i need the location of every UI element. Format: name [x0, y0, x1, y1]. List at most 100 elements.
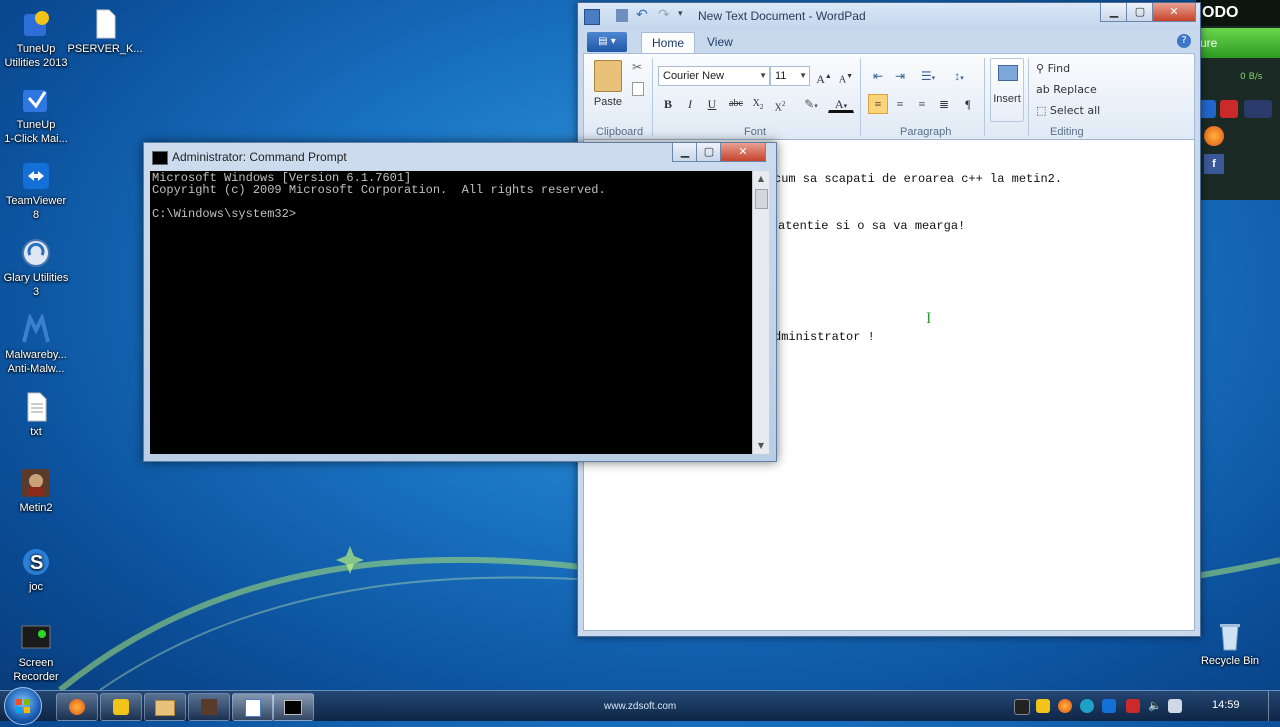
tab-view[interactable]: View [697, 32, 743, 52]
paste-button[interactable]: Paste [588, 92, 628, 112]
tray-teamviewer-icon[interactable] [1102, 699, 1116, 713]
facebook-icon[interactable]: f [1204, 154, 1224, 174]
cut-icon[interactable]: ✂ [632, 60, 642, 74]
cmd-app-icon[interactable] [152, 151, 168, 165]
start-button[interactable] [4, 687, 42, 725]
desktop-icon-tuneup-1click[interactable]: TuneUp 1-Click Mai... [0, 84, 74, 146]
italic-button[interactable]: I [680, 94, 700, 114]
desktop-icon-pserver[interactable]: PSERVER_K... [67, 8, 143, 56]
increase-indent-icon[interactable]: ⇥ [890, 66, 910, 86]
gadget-monitor-icon[interactable] [1244, 100, 1272, 118]
taskbar-firefox[interactable] [56, 693, 98, 721]
desktop-icon-screen-recorder[interactable]: Screen Recorder [0, 622, 74, 684]
doc-line: cum sa scapati de eroarea c++ la metin2. [774, 172, 1063, 186]
scroll-up-icon[interactable]: ▲ [753, 171, 769, 187]
text-color-icon[interactable]: A▾ [828, 94, 854, 113]
align-right-icon[interactable]: ≡ [912, 94, 932, 114]
desktop-icon-teamviewer[interactable]: TeamViewer 8 [0, 160, 74, 222]
insert-button[interactable]: Insert [990, 58, 1024, 122]
clipboard-group-label: Clipboard [596, 126, 644, 138]
group-separator [1028, 58, 1029, 136]
desktop-icon-malwarebytes[interactable]: Malwareby... Anti-Malw... [0, 312, 74, 376]
font-name-select[interactable]: Courier New ▼ [658, 66, 770, 86]
quick-access-dropdown-icon[interactable]: ▾ [678, 9, 683, 19]
cmd-maximize-button[interactable]: ▢ [696, 143, 722, 162]
cmd-title: Administrator: Command Prompt [172, 150, 347, 164]
taskbar-clock[interactable]: 14:59 [1212, 699, 1240, 711]
maximize-button[interactable]: ▢ [1126, 3, 1154, 22]
subscript-button[interactable]: X2 [748, 94, 768, 114]
wordpad-icon [245, 699, 261, 717]
taskbar-wordpad[interactable] [232, 693, 274, 721]
bullets-icon[interactable]: ☰▾ [914, 66, 942, 86]
tray-monitor-icon[interactable] [1014, 699, 1030, 715]
cmd-console[interactable]: Microsoft Windows [Version 6.1.7601] Cop… [150, 171, 752, 454]
align-left-icon[interactable]: ≡ [868, 94, 888, 114]
close-button[interactable]: ✕ [1152, 3, 1196, 22]
cmd-minimize-button[interactable]: ▁ [672, 143, 698, 162]
gadget-record-icon[interactable] [1220, 100, 1238, 118]
tray-firefox-icon[interactable] [1058, 699, 1072, 713]
desktop-icon-recycle-bin[interactable]: Recycle Bin [1192, 620, 1268, 668]
desktop-icon-txt[interactable]: txt [0, 391, 74, 439]
minimize-button[interactable]: ▁ [1100, 3, 1128, 22]
underline-button[interactable]: U [702, 94, 722, 114]
editing-group-label: Editing [1050, 126, 1084, 138]
tray-volume-icon[interactable]: 🔈 [1148, 699, 1162, 713]
icon-label: joc [28, 581, 44, 593]
find-button[interactable]: ⚲ Find [1036, 62, 1070, 75]
select-all-button[interactable]: ⬚ Select all [1036, 104, 1100, 117]
taskbar-cmd[interactable] [272, 693, 314, 721]
highlight-color-icon[interactable]: ✎▾ [796, 94, 826, 114]
undo-icon[interactable]: ↶ [636, 7, 648, 23]
chevron-down-icon: ▼ [759, 71, 767, 80]
windows-logo-icon [16, 699, 30, 713]
tray-network-icon[interactable] [1168, 699, 1182, 713]
font-size-select[interactable]: 11 ▼ [770, 66, 810, 86]
grow-font-button[interactable]: A▲ [814, 66, 834, 86]
cmd-icon [284, 700, 302, 715]
shrink-font-button[interactable]: A▼ [836, 66, 856, 86]
wordpad-app-icon[interactable] [584, 9, 600, 25]
desktop-icon-tuneup-utilities[interactable]: TuneUp Utilities 2013 [0, 8, 74, 70]
strikethrough-button[interactable]: abc [724, 94, 748, 114]
paragraph-settings-icon[interactable]: ¶ [958, 94, 978, 114]
firefox-icon[interactable] [1204, 126, 1224, 146]
cmd-close-button[interactable]: ✕ [720, 143, 766, 162]
desktop-icon-glary[interactable]: Glary Utilities 3 [0, 237, 74, 299]
security-gadget: ODO ure 0 B/s f [1196, 0, 1280, 200]
paste-icon[interactable] [594, 60, 622, 92]
select-all-label: Select all [1049, 104, 1101, 117]
taskbar-tuneup[interactable] [100, 693, 142, 721]
desktop-icon-metin2[interactable]: Metin2 [0, 467, 74, 515]
taskbar-metin2[interactable] [188, 693, 230, 721]
find-label: Find [1047, 62, 1071, 75]
replace-button[interactable]: ab Replace [1036, 83, 1097, 96]
taskbar-explorer[interactable] [144, 693, 186, 721]
justify-icon[interactable]: ≣ [934, 94, 954, 114]
help-icon[interactable]: ? [1177, 34, 1191, 48]
redo-icon[interactable]: ↷ [658, 7, 670, 23]
wordpad-titlebar[interactable]: ↶ ↷ ▾ New Text Document - WordPad ▁ ▢ ✕ [578, 3, 1200, 29]
application-menu-button[interactable]: ▤ ▾ [587, 32, 627, 52]
text-cursor-icon: I [926, 310, 932, 327]
superscript-button[interactable]: X2 [770, 94, 790, 114]
desktop-icon-joc[interactable]: S joc [0, 546, 74, 594]
decrease-indent-icon[interactable]: ⇤ [868, 66, 888, 86]
tray-comodo-icon[interactable] [1126, 699, 1140, 713]
tray-skype-icon[interactable] [1080, 699, 1094, 713]
line-spacing-icon[interactable]: ↕▾ [944, 66, 974, 86]
tray-tuneup-icon[interactable] [1036, 699, 1050, 713]
scroll-thumb[interactable] [755, 189, 768, 209]
save-icon[interactable] [616, 9, 628, 22]
tab-home[interactable]: Home [641, 32, 696, 53]
gadget-brand: ODO [1196, 0, 1280, 26]
command-prompt-window[interactable]: Administrator: Command Prompt ▁ ▢ ✕ Micr… [143, 142, 777, 462]
copy-icon[interactable] [632, 82, 644, 96]
bold-button[interactable]: B [658, 94, 678, 114]
screen-recorder-icon [20, 622, 52, 654]
scroll-down-icon[interactable]: ▼ [753, 438, 769, 454]
cmd-scrollbar[interactable]: ▲ ▼ [752, 171, 769, 454]
align-center-icon[interactable]: ≡ [890, 94, 910, 114]
show-desktop-button[interactable] [1268, 691, 1280, 721]
